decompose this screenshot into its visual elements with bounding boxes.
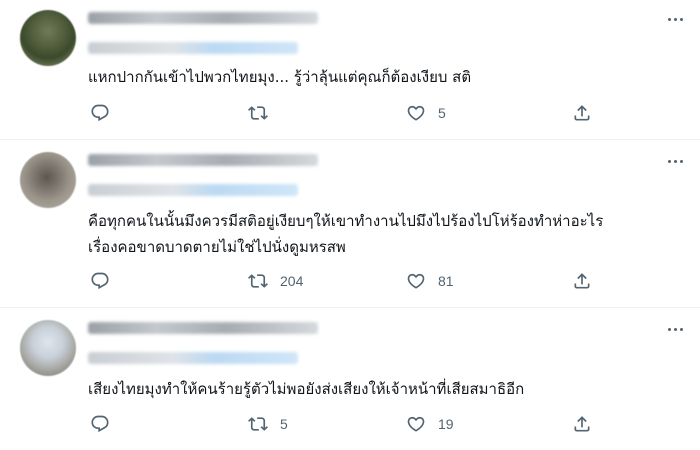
- blurred-display-name: [88, 12, 318, 24]
- like-count: 19: [438, 416, 454, 432]
- share-icon: [574, 273, 590, 289]
- reply-button[interactable]: [90, 412, 110, 436]
- tweet-card[interactable]: แหกปากกันเข้าไปพวกไทยมุง... รู้ว่าลุ้นแต…: [0, 0, 700, 140]
- reply-icon: [91, 415, 109, 433]
- tweet-feed: แหกปากกันเข้าไปพวกไทยมุง... รู้ว่าลุ้นแต…: [0, 0, 700, 450]
- blurred-display-name: [88, 154, 318, 166]
- like-count: 81: [438, 273, 454, 289]
- more-options-icon[interactable]: [662, 320, 688, 338]
- share-icon: [574, 105, 590, 121]
- blurred-username: [88, 42, 298, 54]
- retweet-button[interactable]: 204: [248, 269, 303, 293]
- tweet-text: แหกปากกันเข้าไปพวกไทยมุง... รู้ว่าลุ้นแต…: [88, 64, 686, 90]
- share-button[interactable]: [572, 269, 592, 293]
- tweet-actions: 5: [88, 101, 700, 125]
- reply-icon: [91, 272, 109, 290]
- like-count: 5: [438, 105, 446, 121]
- tweet-actions: 204 81: [88, 269, 700, 293]
- tweet-text: เสียงไทยมุงทำให้คนร้ายรู้ตัวไม่พอยังส่งเ…: [88, 376, 686, 402]
- like-button[interactable]: 19: [406, 412, 454, 436]
- tweet-text-line: เสียงไทยมุงทำให้คนร้ายรู้ตัวไม่พอยังส่งเ…: [88, 380, 525, 398]
- retweet-icon: [248, 106, 268, 120]
- retweet-button[interactable]: [248, 101, 280, 125]
- like-button[interactable]: 81: [406, 269, 454, 293]
- more-options-icon[interactable]: [662, 10, 688, 28]
- heart-icon: [407, 416, 425, 432]
- share-button[interactable]: [572, 101, 592, 125]
- tweet-text: คือทุกคนในนั้นมึงควรมีสติอยู่เงียบๆให้เข…: [88, 208, 686, 260]
- tweet-card[interactable]: เสียงไทยมุงทำให้คนร้ายรู้ตัวไม่พอยังส่งเ…: [0, 308, 700, 450]
- avatar[interactable]: [20, 10, 76, 66]
- reply-button[interactable]: [90, 101, 110, 125]
- retweet-icon: [248, 274, 268, 288]
- avatar[interactable]: [20, 320, 76, 376]
- tweet-text-line: เรื่องคอขาดบาดตายไม่ใช่ไปนั่งดูมหรสพ: [88, 238, 346, 256]
- reply-button[interactable]: [90, 269, 110, 293]
- like-button[interactable]: 5: [406, 101, 446, 125]
- tweet-text-line: คือทุกคนในนั้นมึงควรมีสติอยู่เงียบๆให้เข…: [88, 212, 604, 230]
- share-button[interactable]: [572, 412, 592, 436]
- tweet-actions: 5 19: [88, 412, 700, 436]
- avatar[interactable]: [20, 152, 76, 208]
- more-options-icon[interactable]: [662, 152, 688, 170]
- retweet-icon: [248, 417, 268, 431]
- blurred-username: [88, 352, 298, 364]
- blurred-display-name: [88, 322, 318, 334]
- tweet-card[interactable]: คือทุกคนในนั้นมึงควรมีสติอยู่เงียบๆให้เข…: [0, 140, 700, 308]
- share-icon: [574, 416, 590, 432]
- retweet-count: 204: [280, 273, 304, 289]
- heart-icon: [407, 105, 425, 121]
- retweet-count: 5: [280, 416, 288, 432]
- heart-icon: [407, 273, 425, 289]
- retweet-button[interactable]: 5: [248, 412, 288, 436]
- reply-icon: [91, 104, 109, 122]
- tweet-text-line: แหกปากกันเข้าไปพวกไทยมุง... รู้ว่าลุ้นแต…: [88, 68, 472, 86]
- blurred-username: [88, 184, 298, 196]
